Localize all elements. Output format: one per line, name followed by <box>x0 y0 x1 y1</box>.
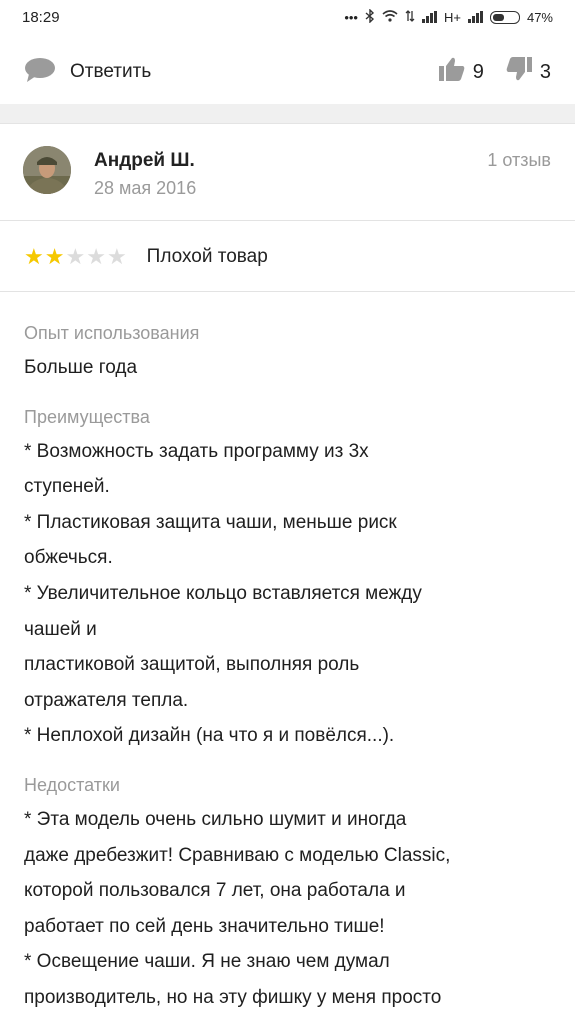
review-author: Андрей Ш. 28 мая 2016 1 отзыв <box>0 124 575 221</box>
review-toolbar: Ответить 9 3 <box>0 40 575 104</box>
section-text-line: Больше года <box>24 357 138 378</box>
section-text-line: * Эта модель очень сильно шумит и иногда <box>24 808 407 830</box>
status-time: 18:29 <box>22 8 60 26</box>
star-filled-icon: ★ <box>24 243 44 269</box>
status-bar: 18:29 ••• H+ 47% <box>0 0 575 34</box>
bluetooth-icon <box>365 7 375 26</box>
network-type: H+ <box>443 9 461 25</box>
section-text-line: пластиковой защитой, выполняя роль <box>24 654 360 676</box>
like-count: 9 <box>472 60 484 83</box>
rating-label: Плохой товар <box>146 245 268 267</box>
signal-icon <box>421 11 437 23</box>
star-filled-icon: ★ <box>44 243 65 269</box>
star-empty-icon: ★ <box>86 243 106 269</box>
section-text-line: обжечься. <box>24 547 113 569</box>
reply-button[interactable]: Ответить <box>24 57 151 88</box>
votes: 9 3 <box>438 57 551 87</box>
signal-icon-2 <box>467 11 483 23</box>
status-icons: ••• H+ 47% <box>344 7 553 26</box>
battery-level: 47% <box>526 9 553 25</box>
section-text-line: производитель, но на эту фишку у меня пр… <box>24 986 442 1008</box>
section-text-line: * Пластиковая защита чаши, меньше риск <box>24 511 397 533</box>
section-text-line: даже дребезжит! Сравниваю с моделью Clas… <box>24 844 451 866</box>
section-title: Недостатки <box>24 774 120 795</box>
section-text-line: ступеней. <box>24 476 110 498</box>
thumbs-down-icon <box>506 57 532 87</box>
review-section: Недостатки * Эта модель очень сильно шуми… <box>24 768 554 1016</box>
dislike-button[interactable]: 3 <box>506 57 551 87</box>
wifi-icon <box>382 9 398 25</box>
reply-label: Ответить <box>70 61 152 82</box>
section-text-line: * Неплохой дизайн (на что я и повёлся...… <box>24 725 395 747</box>
battery-icon <box>489 10 520 24</box>
data-transfer-icon <box>405 9 415 25</box>
like-button[interactable]: 9 <box>438 57 484 87</box>
review-section: Опыт использования Больше года <box>24 316 554 386</box>
section-title: Опыт использования <box>24 323 200 343</box>
review-date: 28 мая 2016 <box>94 178 197 198</box>
star-empty-icon: ★ <box>65 243 86 269</box>
author-name[interactable]: Андрей Ш. <box>94 150 195 172</box>
rating-stars: ★ ★ ★ ★ ★ <box>24 243 127 269</box>
section-text-line: которой пользовался 7 лет, она работала … <box>24 880 406 902</box>
section-text-line: чашей и <box>24 618 97 640</box>
section-text-line: отражателя тепла. <box>24 689 189 711</box>
section-text-line: * Возможность задать программу из 3х <box>24 440 369 462</box>
section-title: Преимущества <box>24 406 150 427</box>
star-empty-icon: ★ <box>106 243 127 269</box>
section-text-line: работает по сей день значительно тише! <box>24 915 385 937</box>
thumbs-up-icon <box>438 57 465 87</box>
review-body: Опыт использования Больше года Преимуществ… <box>24 316 554 1024</box>
avatar[interactable] <box>23 146 71 194</box>
dislike-count: 3 <box>539 60 551 83</box>
author-review-count[interactable]: 1 отзыв <box>487 150 551 171</box>
section-text-line: * Освещение чаши. Я не знаю чем думал <box>24 951 390 973</box>
section-text-line: * Увеличительное кольцо вставляется межд… <box>24 582 422 604</box>
review-rating: ★ ★ ★ ★ ★ Плохой товар <box>0 222 575 292</box>
comment-icon <box>24 57 56 88</box>
section-separator <box>0 104 575 124</box>
more-dots-icon: ••• <box>344 9 358 25</box>
review-section: Преимущества * Возможность задать програм… <box>24 400 554 754</box>
